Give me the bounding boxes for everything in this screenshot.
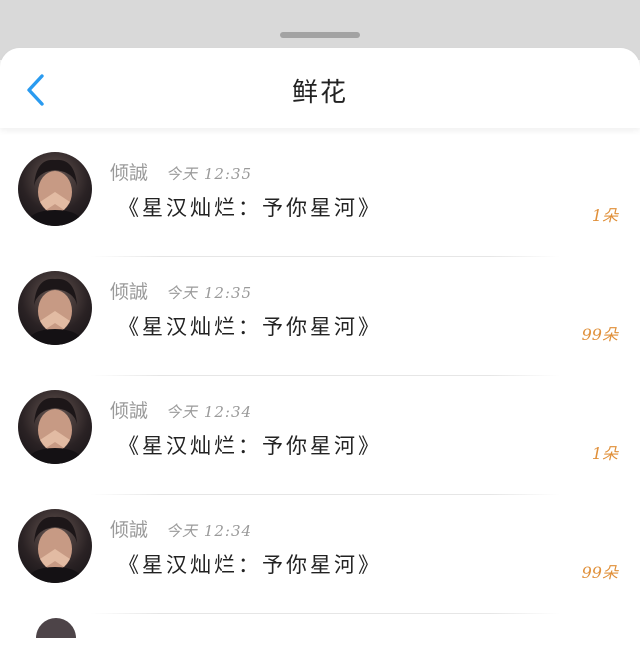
sender-name: 倾誠 bbox=[110, 162, 149, 184]
sender-line: 倾誠 今天 12:35 bbox=[110, 158, 252, 185]
gift-name: 《星汉灿烂：予你星河》 bbox=[118, 196, 382, 220]
sender-line: 倾誠 今天 12:35 bbox=[110, 277, 252, 304]
avatar[interactable] bbox=[18, 271, 92, 345]
gift-name: 《星汉灿烂：予你星河》 bbox=[118, 434, 382, 458]
avatar[interactable] bbox=[18, 390, 92, 464]
list-item[interactable]: 倾誠 今天 12:34 《星汉灿烂：予你星河》 1朵 bbox=[0, 376, 640, 495]
gift-name: 《星汉灿烂：予你星河》 bbox=[118, 553, 382, 577]
avatar[interactable] bbox=[18, 509, 92, 583]
gift-count: 99朵 bbox=[581, 563, 618, 582]
timestamp: 今天 12:34 bbox=[166, 522, 253, 540]
avatar[interactable] bbox=[18, 152, 92, 226]
sender-name: 倾誠 bbox=[110, 281, 149, 303]
gift-name: 《星汉灿烂：予你星河》 bbox=[118, 315, 382, 339]
sender-name: 倾誠 bbox=[110, 400, 149, 422]
gift-count: 99朵 bbox=[581, 325, 618, 344]
timestamp: 今天 12:34 bbox=[166, 403, 253, 421]
timestamp: 今天 12:35 bbox=[166, 165, 253, 183]
timestamp: 今天 12:35 bbox=[166, 284, 253, 302]
sheet-grab-handle[interactable] bbox=[280, 32, 360, 38]
next-item-peek bbox=[36, 618, 76, 638]
page-title: 鲜花 bbox=[291, 78, 348, 108]
gift-count: 1朵 bbox=[591, 444, 618, 463]
list-item[interactable]: 倾誠 今天 12:35 《星汉灿烂：予你星河》 99朵 bbox=[0, 257, 640, 376]
sender-name: 倾誠 bbox=[110, 519, 149, 541]
list-item[interactable]: 倾誠 今天 12:34 《星汉灿烂：予你星河》 99朵 bbox=[0, 495, 640, 614]
sender-line: 倾誠 今天 12:34 bbox=[110, 515, 252, 542]
list-item[interactable]: 倾誠 今天 12:35 《星汉灿烂：予你星河》 1朵 bbox=[0, 138, 640, 257]
bottom-sheet: 鲜花 倾誠 今天 12:35 《星汉灿烂：予你星河》 1朵 倾誠 今天 12:3… bbox=[0, 48, 640, 648]
gift-count: 1朵 bbox=[591, 206, 618, 225]
divider bbox=[90, 613, 560, 614]
header: 鲜花 bbox=[0, 48, 640, 128]
sender-line: 倾誠 今天 12:34 bbox=[110, 396, 252, 423]
gift-list: 倾誠 今天 12:35 《星汉灿烂：予你星河》 1朵 倾誠 今天 12:35 《… bbox=[0, 138, 640, 614]
